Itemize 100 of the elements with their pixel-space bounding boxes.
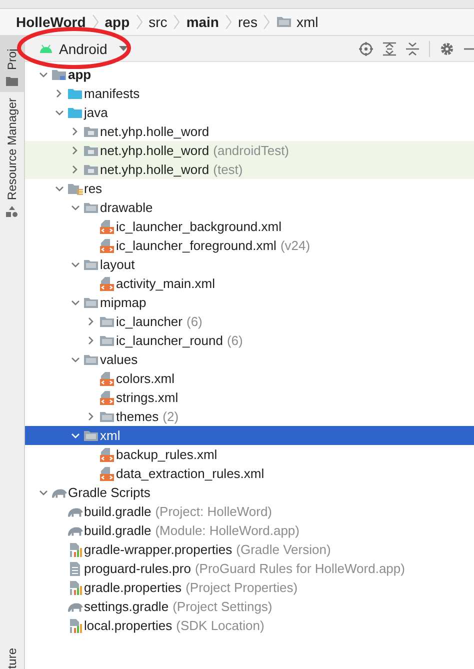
tree-row[interactable]: local.properties (SDK Location) — [25, 616, 474, 635]
tree-row[interactable]: xml — [25, 426, 474, 445]
chevron-right-icon[interactable] — [88, 336, 94, 345]
android-icon — [39, 44, 53, 54]
chevron-down-icon[interactable] — [70, 356, 80, 362]
tree-row[interactable]: backup_rules.xml — [25, 445, 474, 464]
tree-row[interactable]: net.yhp.holle_word (test) — [25, 160, 474, 179]
chevron-separator-icon — [92, 15, 99, 29]
side-tab[interactable]: Proj — [0, 36, 24, 92]
breadcrumb-item[interactable]: main — [186, 14, 219, 30]
xml-file-icon — [99, 466, 115, 481]
folder-icon — [83, 258, 99, 272]
tree-row[interactable]: drawable — [25, 198, 474, 217]
tree-row[interactable]: ic_launcher_round (6) — [25, 331, 474, 350]
chevron-separator-icon — [136, 15, 143, 29]
tree-item-label: drawable — [100, 200, 153, 215]
tree-row[interactable]: ic_launcher (6) — [25, 312, 474, 331]
side-tab[interactable]: Resource Manager — [0, 92, 24, 224]
tree-item-label: gradle.properties — [84, 580, 182, 595]
chevron-right-icon[interactable] — [88, 412, 94, 421]
tree-item-label: colors.xml — [116, 371, 175, 386]
shapes-icon — [6, 206, 18, 218]
tree-row[interactable]: strings.xml — [25, 388, 474, 407]
breadcrumb-item[interactable]: res — [238, 14, 258, 30]
expand-all-icon[interactable] — [383, 42, 396, 56]
tree-item-detail: (6) — [226, 333, 243, 348]
settings-icon[interactable] — [440, 42, 454, 56]
tree-item-label: res — [84, 181, 102, 196]
tree-item-label: data_extraction_rules.xml — [116, 466, 264, 481]
chevron-down-icon[interactable] — [70, 204, 80, 210]
caret-icon — [119, 46, 128, 51]
folder-icon — [276, 15, 292, 29]
chevron-separator-icon — [225, 15, 232, 29]
chevron-down-icon[interactable] — [70, 262, 80, 268]
chevron-right-icon[interactable] — [56, 89, 62, 98]
view-selector-dropdown[interactable]: Android — [35, 38, 132, 58]
breadcrumb-item[interactable]: HolleWord — [16, 14, 86, 30]
properties-file-icon — [67, 618, 83, 634]
tree-row[interactable]: layout — [25, 255, 474, 274]
chevron-right-icon[interactable] — [88, 317, 94, 326]
tree-row[interactable]: activity_main.xml — [25, 274, 474, 293]
breadcrumb-item[interactable]: src — [148, 14, 168, 30]
tree-item-detail: (2) — [162, 409, 179, 424]
chevron-down-icon[interactable] — [70, 300, 80, 306]
chevron-right-icon[interactable] — [72, 127, 78, 136]
tree-row[interactable]: ic_launcher_background.xml — [25, 217, 474, 236]
breadcrumb-item[interactable]: xml — [296, 14, 318, 30]
tree-item-label: net.yhp.holle_word — [100, 162, 210, 177]
tree-row[interactable]: ic_launcher_foreground.xml (v24) — [25, 236, 474, 255]
tree-item-label: java — [84, 105, 108, 120]
elephant-icon — [67, 600, 84, 613]
tree-row[interactable]: net.yhp.holle_word — [25, 122, 474, 141]
breadcrumb-item[interactable]: app — [104, 14, 130, 30]
tree-row[interactable]: colors.xml — [25, 369, 474, 388]
tree-row[interactable]: manifests — [25, 84, 474, 103]
locate-icon[interactable] — [359, 42, 373, 56]
tree-item-label: settings.gradle — [84, 599, 169, 614]
properties-file-icon — [67, 580, 83, 596]
tree-row[interactable]: themes (2) — [25, 407, 474, 426]
xml-file-icon — [99, 238, 115, 253]
tree-item-label: themes — [116, 409, 159, 424]
chevron-right-icon[interactable] — [72, 165, 78, 174]
tree-row[interactable]: mipmap — [25, 293, 474, 312]
tree-item-detail: (v24) — [280, 238, 310, 253]
tree-row[interactable]: build.gradle (Module: HolleWord.app) — [25, 521, 474, 540]
tree-item-label: net.yhp.holle_word — [100, 124, 210, 139]
elephant-icon — [51, 486, 68, 499]
tree-row[interactable]: gradle.properties (Project Properties) — [25, 578, 474, 597]
tree-row[interactable]: data_extraction_rules.xml — [25, 464, 474, 483]
tree-row[interactable]: values — [25, 350, 474, 369]
tree-row[interactable]: res — [25, 179, 474, 198]
tree-item-label: activity_main.xml — [116, 276, 215, 291]
chevron-down-icon[interactable] — [54, 186, 64, 192]
tree-row[interactable]: net.yhp.holle_word (androidTest) — [25, 141, 474, 160]
tree-item-label: local.properties — [84, 618, 172, 633]
resource-folder-icon — [67, 182, 83, 196]
tree-item-label: app — [68, 67, 92, 82]
tree-row[interactable]: proguard-rules.pro (ProGuard Rules for HolleWord.app) — [25, 559, 474, 578]
chevron-right-icon[interactable] — [72, 146, 78, 155]
tree-item-label: layout — [100, 257, 135, 272]
tree-row[interactable]: build.gradle (Project: HolleWord) — [25, 502, 474, 521]
collapse-all-icon[interactable] — [406, 42, 419, 56]
side-tab[interactable]: ture — [0, 642, 24, 669]
tree-row[interactable]: java — [25, 103, 474, 122]
elephant-icon — [67, 524, 84, 537]
tree-item-label: gradle-wrapper.properties — [84, 542, 232, 557]
tree-row[interactable]: gradle-wrapper.properties (Gradle Version) — [25, 540, 474, 559]
tree-item-detail: (androidTest) — [213, 143, 290, 158]
chevron-down-icon[interactable] — [54, 110, 64, 116]
tree-item-label: ic_launcher — [116, 314, 182, 329]
tree-item-label: Gradle Scripts — [68, 485, 150, 500]
tree-item-label: mipmap — [100, 295, 146, 310]
chevron-down-icon[interactable] — [38, 490, 48, 496]
tree-row[interactable]: settings.gradle (Project Settings) — [25, 597, 474, 616]
package-icon — [83, 124, 99, 138]
chevron-down-icon[interactable] — [38, 72, 48, 78]
tree-row[interactable]: Gradle Scripts — [25, 483, 474, 502]
tree-item-detail: (test) — [213, 162, 243, 177]
tree-item-label: net.yhp.holle_word — [100, 143, 210, 158]
tree-row[interactable]: app — [25, 65, 474, 84]
